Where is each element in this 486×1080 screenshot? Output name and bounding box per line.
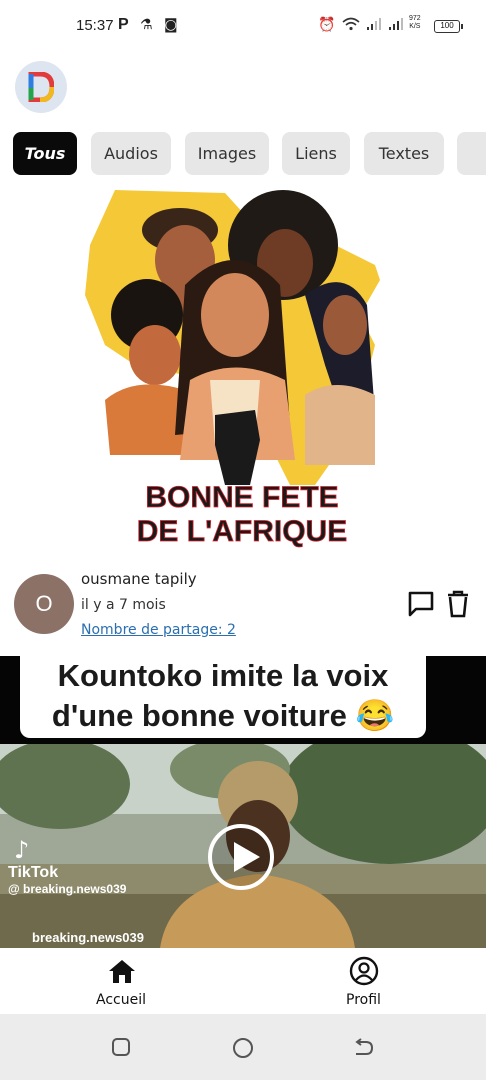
video-caption-line2: d'une bonne voiture 😂 [51,698,395,733]
parking-icon: P [118,16,129,33]
tiktok-logo-icon: ♪ [14,836,30,864]
filter-chip-audios[interactable]: Audios [91,132,171,175]
recents-icon[interactable] [111,1037,131,1057]
bottom-nav: Accueil Profil [0,948,486,1014]
nav-home-label: Accueil [96,992,146,1008]
post-time: il y a 7 mois [81,597,166,613]
image-text-line1: BONNE FETE [145,481,338,514]
speed-unit: K/S [409,23,421,30]
profile-icon [349,956,379,986]
delete-icon[interactable] [446,590,470,622]
video-watermark: breaking.news039 [32,930,144,945]
nav-profile[interactable]: Profil [326,948,402,1014]
filter-chip-images[interactable]: Images [185,132,269,175]
pin-app-icon: ◙ [164,17,178,33]
post-image[interactable]: BONNE FETE DE L'AFRIQUE [75,185,410,555]
video-post[interactable]: Kountoko imite la voix d'une bonne voitu… [0,656,486,948]
video-caption-line1: Kountoko imite la voix [57,658,389,693]
share-count-link[interactable]: Nombre de partage: 2 [81,622,236,638]
app-logo[interactable] [15,61,67,113]
back-icon[interactable] [352,1038,374,1058]
home-circle-icon[interactable] [232,1037,254,1059]
filter-chip-tous[interactable]: Tous [13,132,77,175]
play-button[interactable] [208,824,274,890]
tiktok-name: TikTok [8,864,59,881]
signal-icon [366,17,382,35]
tiktok-handle: @ breaking.news039 [8,882,127,896]
logo-icon [28,72,54,102]
speed-value: 972 [409,15,421,22]
image-text-line2: DE L'AFRIQUE [137,515,347,548]
network-speed: 972 K/S [409,15,421,31]
wifi-icon [342,17,360,35]
alarm-icon: ⏰ [318,17,336,33]
battery-indicator: 100 [434,20,463,33]
signal-icon [388,17,404,35]
status-bar: 15:37 P ⚗ ◙ ⏰ 972 K/S 100 [0,0,486,52]
nav-profile-label: Profil [346,992,381,1008]
filter-chip-more[interactable] [457,132,486,175]
home-icon [109,960,135,983]
filter-chip-textes[interactable]: Textes [364,132,444,175]
avatar[interactable]: O [14,574,74,634]
comment-icon[interactable] [407,590,435,622]
nav-home[interactable]: Accueil [80,948,164,1014]
filter-chip-liens[interactable]: Liens [282,132,350,175]
system-nav-bar [0,1014,486,1080]
flask-icon: ⚗ [140,17,153,33]
status-time: 15:37 [76,17,114,34]
post-author: ousmane tapily [81,570,197,588]
video-caption: Kountoko imite la voix d'une bonne voitu… [20,656,426,738]
